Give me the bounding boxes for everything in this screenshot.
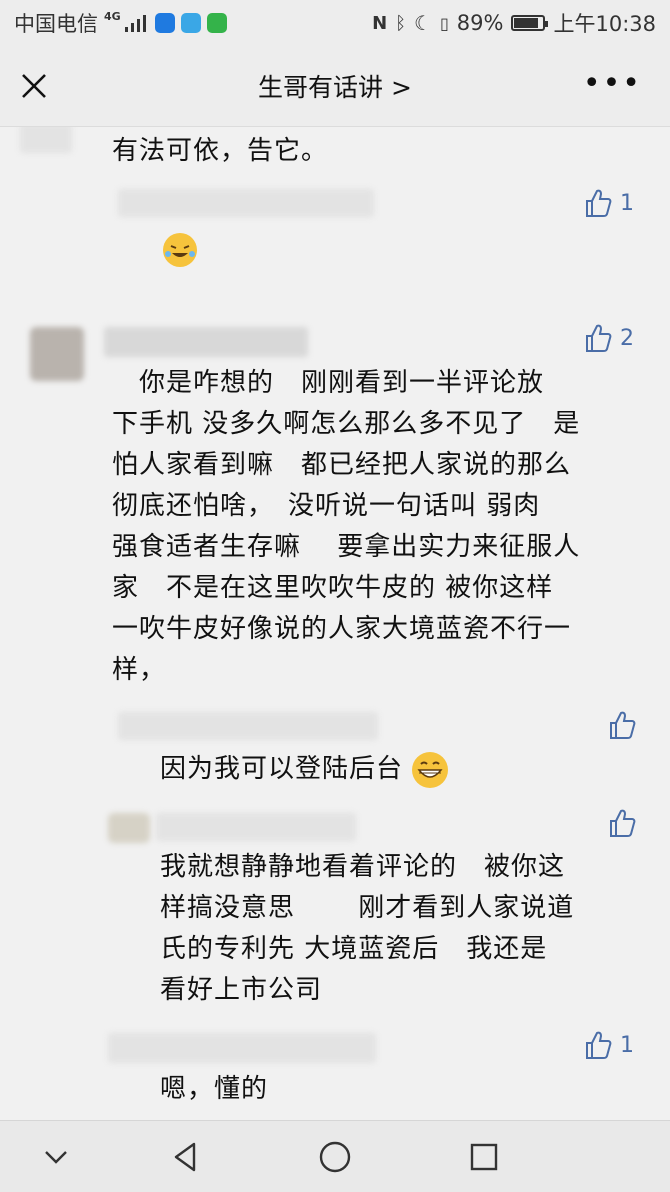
comment-text: 有法可依，告它。	[112, 136, 329, 166]
home-icon[interactable]	[315, 1137, 355, 1177]
recents-icon[interactable]	[464, 1137, 504, 1177]
blurred-username	[118, 712, 378, 740]
nfc-icon: N	[372, 12, 388, 34]
reply-line: 看好上市公司	[160, 975, 323, 1005]
avatar[interactable]	[108, 813, 150, 843]
like-count: 1	[620, 190, 634, 216]
bluetooth-icon: ᛒ	[395, 12, 407, 34]
battery-percent: 89%	[456, 11, 504, 35]
blurred-username	[118, 189, 374, 217]
back-icon[interactable]	[166, 1137, 206, 1177]
comment-line: 样，	[112, 655, 167, 685]
blurred-username	[104, 327, 308, 357]
like-button[interactable]: 2	[584, 323, 634, 353]
like-button[interactable]	[608, 710, 636, 740]
app-notification-icon	[180, 13, 201, 33]
carrier-label: 中国电信	[14, 12, 98, 36]
grinning-emoji	[412, 751, 449, 788]
clock: 上午10:38	[553, 12, 656, 36]
blurred-username	[108, 1033, 376, 1063]
comment-line: 怕人家看到嘛 都已经把人家说的那么	[112, 450, 572, 480]
thumbs-up-icon	[610, 711, 636, 739]
vibrate-icon: ▯	[439, 13, 449, 33]
comment-line: 家 不是在这里吹吹牛皮的 被你这样	[112, 573, 554, 603]
thumbs-up-icon	[586, 1031, 612, 1059]
avatar[interactable]	[30, 327, 84, 381]
reply-text: 我就想静静地看着评论的 被你这 样搞没意思 刚才看到人家说道 氏的专利先 大境蓝…	[160, 847, 650, 1011]
reply-text: 因为我可以登陆后台	[160, 749, 449, 790]
comment-line: 你是咋想的 刚刚看到一半评论放	[112, 368, 545, 398]
page-title[interactable]: 生哥有话讲 >	[0, 68, 670, 104]
battery-icon	[511, 15, 549, 31]
chevron-down-icon[interactable]	[36, 1137, 76, 1177]
network-type: 4G	[104, 9, 121, 23]
comment-line: 下手机 没多久啊怎么那么多不见了 是	[112, 409, 581, 439]
app-notification-icon	[206, 13, 227, 33]
reply-line: 氏的专利先 大境蓝瓷后 我还是	[160, 934, 548, 964]
status-bar: 中国电信 4G N ᛒ ☾ ▯ 89% 上午10:38	[0, 0, 670, 46]
comment-line: 强食适者生存嘛 要拿出实力来征服人	[112, 532, 581, 562]
comment-line: 一吹牛皮好像说的人家大境蓝瓷不行一	[112, 614, 572, 644]
system-nav-bar	[0, 1120, 670, 1192]
thumbs-up-icon	[586, 189, 612, 217]
thumbs-up-icon	[610, 809, 636, 837]
like-count: 2	[620, 325, 634, 351]
blurred-username	[156, 813, 356, 841]
signal-icon	[124, 15, 146, 32]
app-notification-icon	[154, 13, 175, 33]
reply-text-content: 因为我可以登陆后台	[160, 754, 404, 784]
like-button[interactable]: 1	[584, 188, 634, 218]
like-button[interactable]	[608, 808, 636, 838]
reply-text: 嗯，懂的	[160, 1074, 269, 1104]
moon-icon: ☾	[414, 11, 432, 35]
blurred-avatar	[20, 127, 72, 153]
more-icon[interactable]: •••	[583, 69, 642, 99]
reply-line: 我就想静静地看着评论的 被你这	[160, 852, 566, 882]
laughing-crying-emoji	[163, 233, 197, 267]
comment-line: 彻底还怕啥， 没听说一句话叫 弱肉	[112, 491, 541, 521]
like-button[interactable]: 1	[584, 1030, 634, 1060]
comment-text: 你是咋想的 刚刚看到一半评论放 下手机 没多久啊怎么那么多不见了 是 怕人家看到…	[112, 363, 652, 691]
thumbs-up-icon	[586, 324, 612, 352]
nav-bar: 生哥有话讲 > •••	[0, 46, 670, 127]
reply-line: 样搞没意思 刚才看到人家说道	[160, 893, 575, 923]
comment-list: 有法可依，告它。 1 2 你是咋想的 刚刚看到一半评论放 下手机 没多久啊怎么那…	[0, 127, 670, 1120]
like-count: 1	[620, 1032, 634, 1058]
